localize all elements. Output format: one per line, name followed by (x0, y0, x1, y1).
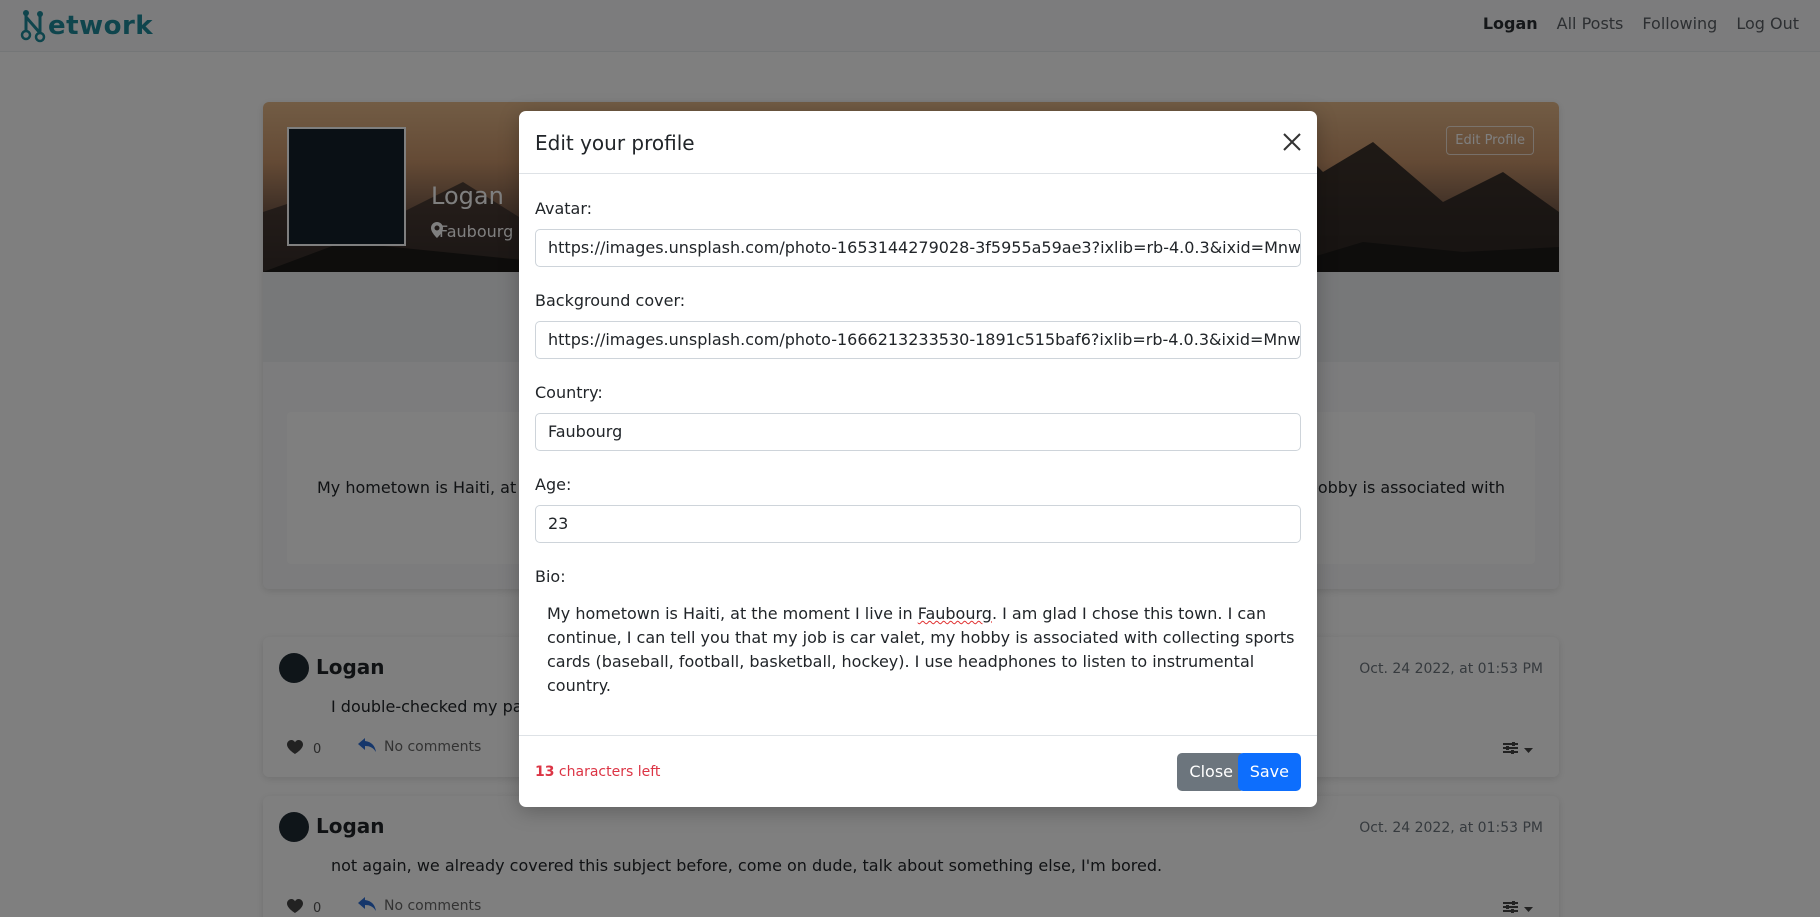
age-input[interactable]: 23 (535, 505, 1301, 543)
bio-textarea[interactable]: My hometown is Haiti, at the moment I li… (547, 602, 1297, 698)
age-label: Age: (535, 475, 572, 494)
modal-title: Edit your profile (535, 131, 695, 155)
chars-left-count: 13 (535, 764, 555, 780)
cover-url-input[interactable]: https://images.unsplash.com/photo-166621… (535, 321, 1301, 359)
country-input[interactable]: Faubourg (535, 413, 1301, 451)
bio-text-misspelled: Faubourg (917, 604, 992, 623)
close-button[interactable]: Close (1177, 753, 1245, 791)
cover-label: Background cover: (535, 291, 686, 310)
modal-footer: 13 characters left Close Save (519, 735, 1317, 807)
save-button[interactable]: Save (1237, 753, 1301, 791)
bio-text-part: My hometown is Haiti, at the moment I li… (547, 604, 918, 623)
avatar-label: Avatar: (535, 199, 593, 218)
country-label: Country: (535, 383, 603, 402)
modal-header: Edit your profile (519, 111, 1317, 174)
edit-profile-modal: Edit your profile Avatar: https://images… (519, 111, 1317, 807)
avatar-url-input[interactable]: https://images.unsplash.com/photo-165314… (535, 229, 1301, 267)
chars-left-text: characters left (554, 764, 661, 780)
close-icon[interactable] (1281, 131, 1303, 153)
bio-label: Bio: (535, 567, 566, 586)
chars-left-counter: 13 characters left (535, 764, 660, 780)
